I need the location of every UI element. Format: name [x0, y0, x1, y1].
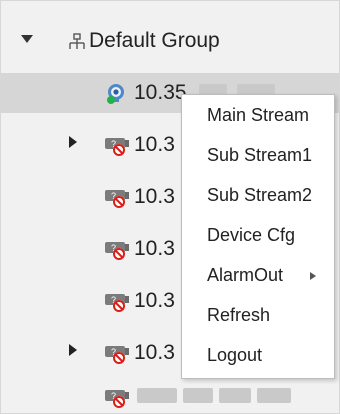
device-ip: 10.3 — [134, 185, 175, 208]
group-hierarchy-icon — [69, 33, 85, 49]
device-ip: 10.3 — [134, 341, 175, 364]
device-row-7[interactable]: ? — [1, 377, 339, 413]
offline-camera-icon: ? — [105, 294, 129, 312]
menu-item-label: AlarmOut — [207, 265, 284, 285]
device-context-menu: Main Stream Sub Stream1 Sub Stream2 Devi… — [181, 94, 335, 379]
menu-item-label: Sub Stream1 — [207, 145, 313, 165]
menu-item-refresh[interactable]: Refresh — [182, 295, 334, 335]
device-ip: 10.3 — [134, 289, 175, 312]
redacted-ip-segment — [137, 388, 177, 403]
menu-item-logout[interactable]: Logout — [182, 335, 334, 375]
redacted-ip-segment — [219, 388, 251, 403]
offline-camera-icon: ? — [105, 242, 129, 260]
expand-arrow-icon[interactable] — [69, 344, 77, 356]
redacted-ip-segment — [257, 388, 291, 403]
menu-item-sub-stream2[interactable]: Sub Stream2 — [182, 175, 334, 215]
device-ip: 10.35 — [134, 81, 187, 104]
device-ip: 10.3 — [134, 237, 175, 260]
offline-camera-icon: ? — [105, 390, 129, 408]
redacted-ip-segment — [183, 388, 213, 403]
menu-item-sub-stream1[interactable]: Sub Stream1 — [182, 135, 334, 175]
collapse-toggle-icon[interactable] — [21, 35, 33, 43]
device-ip: 10.3 — [134, 133, 175, 156]
offline-camera-icon: ? — [105, 346, 129, 364]
menu-item-label: Logout — [207, 345, 263, 365]
tree-root-label: Default Group — [89, 29, 220, 52]
device-tree-panel: Default Group 10.35 ? 10.3 ? 10.3 ? 10.3… — [0, 0, 340, 414]
menu-item-label: Sub Stream2 — [207, 185, 313, 205]
online-camera-icon — [107, 84, 124, 104]
menu-item-alarm-out[interactable]: AlarmOut — [182, 255, 334, 295]
menu-item-main-stream[interactable]: Main Stream — [182, 95, 334, 135]
expand-arrow-icon[interactable] — [69, 136, 77, 148]
offline-camera-icon: ? — [105, 190, 129, 208]
menu-item-label: Device Cfg — [207, 225, 296, 245]
submenu-arrow-icon — [310, 272, 316, 280]
offline-camera-icon: ? — [105, 138, 129, 156]
menu-item-label: Main Stream — [207, 105, 310, 125]
menu-item-device-cfg[interactable]: Device Cfg — [182, 215, 334, 255]
menu-item-label: Refresh — [207, 305, 271, 325]
tree-root-default-group[interactable]: Default Group — [1, 19, 339, 67]
